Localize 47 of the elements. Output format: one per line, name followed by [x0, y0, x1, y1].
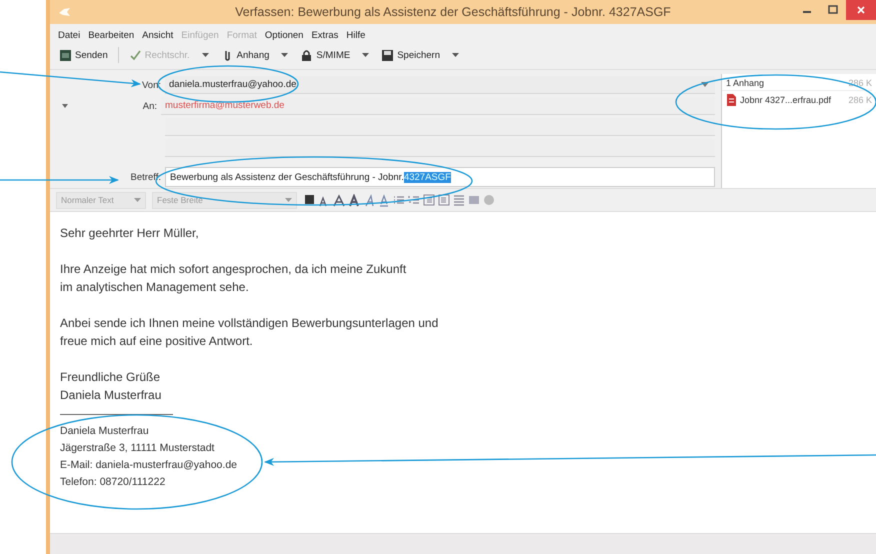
- numbered-list-icon[interactable]: [408, 194, 420, 206]
- from-field[interactable]: daniela.musterfrau@yahoo.de: [165, 76, 715, 94]
- caret-icon[interactable]: [62, 104, 68, 108]
- paragraph: Freundliche Grüße Daniela Musterfrau: [60, 369, 162, 404]
- close-icon: [856, 5, 866, 15]
- bulleted-list-icon[interactable]: [393, 194, 405, 206]
- font-larger-icon[interactable]: [333, 194, 345, 206]
- toolbar-button[interactable]: Senden: [56, 48, 111, 62]
- maximize-icon: [828, 5, 838, 15]
- window-title: Verfassen: Bewerbung als Assistenz der Geschäftsführung - Jobnr. 4327ASGF: [234, 5, 672, 19]
- signature-line: Daniela Musterfrau: [60, 424, 149, 439]
- italic-icon[interactable]: [363, 194, 375, 206]
- to-label: An:: [142, 100, 158, 112]
- menu-item[interactable]: Bearbeiten: [88, 30, 134, 41]
- lock-icon: [300, 48, 314, 62]
- menu-item[interactable]: Datei: [58, 30, 80, 41]
- pdf-file-icon: [726, 94, 737, 106]
- checkmark-icon: [128, 48, 142, 62]
- align-icon[interactable]: [453, 194, 465, 206]
- menu-item[interactable]: Ansicht: [142, 30, 174, 41]
- caret-icon: [285, 198, 292, 202]
- indent-icon[interactable]: [438, 194, 450, 206]
- underline-icon[interactable]: [378, 194, 390, 206]
- toolbar-button[interactable]: Speichern: [378, 48, 443, 62]
- menu-item[interactable]: Extras: [311, 30, 338, 41]
- toolbar-button[interactable]: Anhang: [218, 48, 272, 62]
- menu-item[interactable]: Optionen: [264, 30, 304, 41]
- signature-line: Jägerstraße 3, 11111 Musterstadt: [60, 441, 214, 456]
- message-body[interactable]: [50, 211, 876, 533]
- paragraph: Anbei sende ich Ihnen meine vollständigen Bewerbungsunterlagen und freue mich auf eine positive Antwort.: [60, 315, 440, 350]
- signature-line: Telefon: 08720/111222: [60, 475, 166, 490]
- signature-line: E-Mail: daniela-musterfrau@yahoo.de: [60, 458, 237, 473]
- paragraph: Sehr geehrter Herr Müller,: [60, 225, 200, 242]
- dropdown-arrow-icon[interactable]: [701, 82, 709, 88]
- bold-icon[interactable]: [348, 194, 360, 206]
- paragraph: Ihre Anzeige hat mich sofort angesprochen, da ich meine Zukunft im analytischen Management sehe.: [60, 261, 408, 296]
- image-icon[interactable]: [468, 194, 480, 206]
- color-swatch-icon[interactable]: [303, 194, 315, 206]
- menu-item[interactable]: Hilfe: [346, 30, 366, 41]
- toolbar-button[interactable]: S/MIME: [297, 48, 354, 62]
- outdent-icon[interactable]: [423, 194, 435, 206]
- caret-icon: [134, 198, 141, 202]
- subject-field[interactable]: Bewerbung als Assistenz der Geschäftsführung - Jobnr.4327ASGF: [165, 167, 715, 187]
- close-button[interactable]: [846, 0, 876, 20]
- send-icon: [59, 48, 72, 62]
- attachment-item[interactable]: Jobnr 4327...erfrau.pdf 286 K: [722, 91, 872, 109]
- attachment-count: 1 Anhang: [726, 78, 764, 88]
